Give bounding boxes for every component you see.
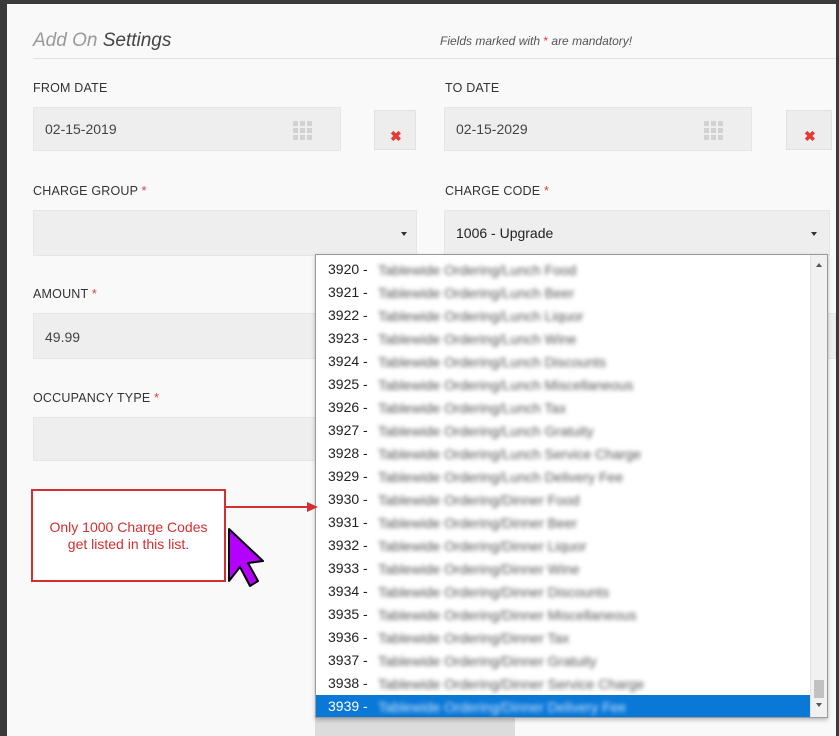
mouse-cursor-icon <box>228 528 264 587</box>
annotation-overlay <box>226 502 318 587</box>
add-on-settings-panel: Add On Settings Fields marked with * are… <box>7 4 836 736</box>
annotation-arrow <box>226 502 318 512</box>
